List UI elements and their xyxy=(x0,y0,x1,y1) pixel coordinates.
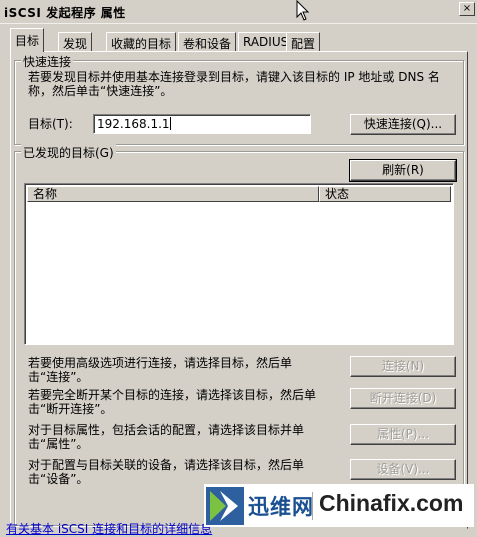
mouse-cursor-icon xyxy=(296,0,310,21)
disconnect-description: 若要完全断开某个目标的连接，请选择该目标，然后单击“断开连接”。 xyxy=(28,388,317,416)
targets-list[interactable]: 名称 状态 xyxy=(24,183,454,345)
quick-connect-button-label: 快速连接(Q)... xyxy=(363,117,443,131)
watermark: 迅维网 Chinafix.com xyxy=(204,484,474,527)
target-input[interactable]: 192.168.1.1 xyxy=(93,114,311,134)
title-bar: iSCSI 发起程序 属性 × xyxy=(0,0,477,24)
target-label: 目标(T): xyxy=(28,117,73,131)
tab-targets[interactable]: 目标 xyxy=(10,28,45,52)
quick-connect-description: 若要发现目标并使用基本连接登录到目标，请键入该目标的 IP 地址或 DNS 名称… xyxy=(28,70,440,98)
quick-connect-legend: 快速连接 xyxy=(21,53,74,70)
tab-configuration[interactable]: 配置 xyxy=(286,32,321,51)
quick-connect-button[interactable]: 快速连接(Q)... xyxy=(350,114,456,135)
properties-description: 对于目标属性，包括会话的配置，请选择该目标并单击“属性”。 xyxy=(28,423,305,451)
connect-button[interactable]: 连接(N) xyxy=(350,356,456,377)
close-button[interactable]: × xyxy=(459,2,475,16)
column-header-status[interactable]: 状态 xyxy=(319,186,451,202)
refresh-button[interactable]: 刷新(R) xyxy=(349,159,457,182)
column-header-name[interactable]: 名称 xyxy=(27,186,319,202)
tab-panel: 快速连接 若要发现目标并使用基本连接登录到目标，请键入该目标的 IP 地址或 D… xyxy=(10,51,468,529)
devices-button-label: 设备(V)... xyxy=(376,462,430,476)
tab-favorite-targets[interactable]: 收藏的目标 xyxy=(106,32,177,51)
watermark-separator xyxy=(312,492,313,520)
tab-strip: 目标 发现 收藏的目标 卷和设备 RADIUS 配置 xyxy=(10,28,470,52)
disconnect-button-label: 断开连接(D) xyxy=(369,391,437,405)
window-title: iSCSI 发起程序 属性 xyxy=(4,6,126,20)
refresh-button-label: 刷新(R) xyxy=(382,163,424,177)
text-caret xyxy=(169,117,171,130)
quick-connect-group: 快速连接 若要发现目标并使用基本连接登录到目标，请键入该目标的 IP 地址或 D… xyxy=(14,53,464,145)
tab-discovery[interactable]: 发现 xyxy=(58,32,93,51)
disconnect-button[interactable]: 断开连接(D) xyxy=(350,388,456,409)
target-input-value: 192.168.1.1 xyxy=(97,117,170,131)
close-icon: × xyxy=(462,3,472,14)
tab-volumes-devices[interactable]: 卷和设备 xyxy=(178,32,237,51)
discovered-targets-legend: 已发现的目标(G) xyxy=(21,144,116,161)
properties-button-label: 属性(P)... xyxy=(376,427,430,441)
chinafix-logo-icon xyxy=(206,487,244,525)
watermark-cn-text: 迅维网 xyxy=(248,495,314,519)
devices-button[interactable]: 设备(V)... xyxy=(350,459,456,480)
tab-radius[interactable]: RADIUS xyxy=(238,32,294,51)
watermark-en-text: Chinafix.com xyxy=(319,490,464,516)
connect-description: 若要使用高级选项进行连接，请选择目标，然后单击“连接”。 xyxy=(28,356,293,384)
connect-button-label: 连接(N) xyxy=(381,359,425,373)
properties-button[interactable]: 属性(P)... xyxy=(350,424,456,445)
devices-description: 对于配置与目标关联的设备，请选择该目标，然后单击“设备”。 xyxy=(28,458,305,486)
discovered-targets-group: 已发现的目标(G) 刷新(R) 名称 状态 若要使用高级选项进行连接，请选择目标… xyxy=(14,144,464,526)
